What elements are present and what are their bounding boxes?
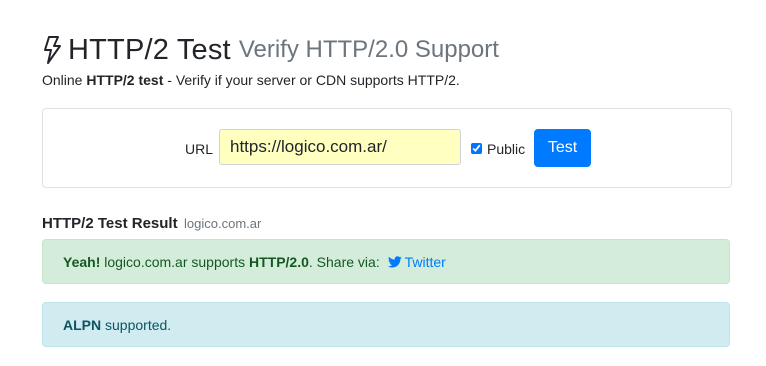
alpn-text: supported. [101, 316, 172, 333]
success-alert: Yeah! logico.com.ar supports HTTP/2.0. S… [42, 239, 730, 284]
test-button[interactable]: Test [534, 129, 591, 167]
success-text: logico.com.ar supports [100, 253, 249, 270]
lead-bold: HTTP/2 test [86, 72, 164, 88]
success-prefix: Yeah! [63, 253, 101, 270]
twitter-icon [387, 255, 402, 267]
success-protocol: HTTP/2.0 [248, 253, 309, 270]
twitter-share-link[interactable]: Twitter [384, 254, 446, 270]
public-checkbox[interactable] [471, 143, 482, 154]
alpn-bold: ALPN [63, 316, 102, 333]
lead-prefix: Online [42, 72, 87, 88]
page-header: HTTP/2 Test Verify HTTP/2.0 Support [42, 30, 499, 70]
share-text: . Share via: [308, 253, 384, 270]
lightning-bolt-icon [44, 36, 61, 64]
page-subtitle: Verify HTTP/2.0 Support [238, 36, 499, 63]
lead-text: Online HTTP/2 test - Verify if your serv… [42, 72, 460, 88]
url-input[interactable] [219, 129, 461, 165]
public-label[interactable]: Public [487, 141, 525, 157]
url-label: URL [185, 141, 214, 157]
alpn-alert: ALPN supported. [42, 302, 730, 347]
test-form-card: URL Public Test [42, 108, 732, 188]
result-title: HTTP/2 Test Result [42, 215, 178, 232]
result-domain: logico.com.ar [184, 216, 262, 231]
page-title: HTTP/2 Test [68, 33, 231, 66]
result-heading: HTTP/2 Test Result logico.com.ar [42, 215, 261, 233]
twitter-link-label: Twitter [404, 253, 446, 270]
lead-suffix: - Verify if your server or CDN supports … [163, 72, 460, 88]
